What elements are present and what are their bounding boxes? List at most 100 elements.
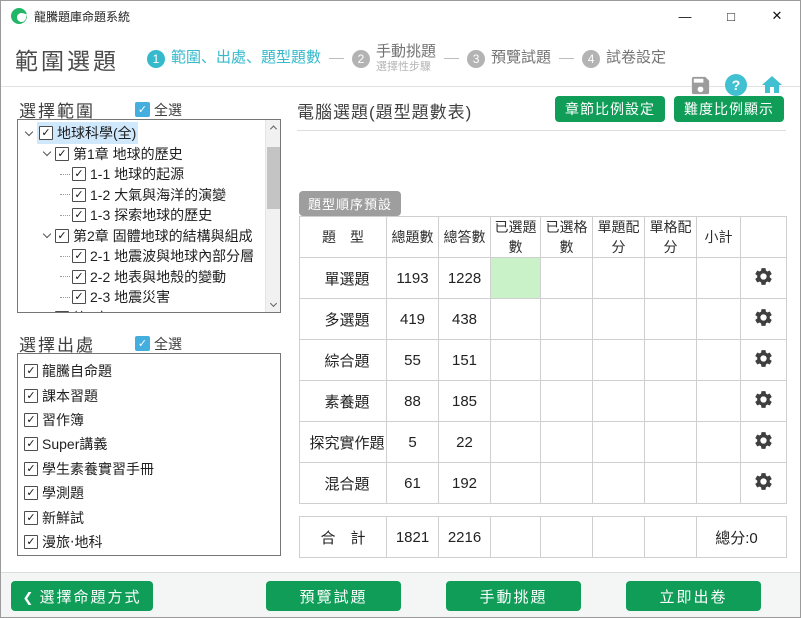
source-checkbox[interactable]: ✓: [24, 486, 38, 500]
tree-checkbox[interactable]: ✓: [55, 147, 69, 161]
per-question-score-cell[interactable]: [593, 381, 645, 422]
save-button[interactable]: [689, 74, 712, 97]
per-question-score-cell[interactable]: [593, 463, 645, 504]
tree-row[interactable]: 第3章: [18, 308, 265, 313]
per-question-score-cell[interactable]: [593, 422, 645, 463]
check-icon: ✓: [26, 463, 35, 475]
manual-pick-button[interactable]: 手動挑題: [446, 581, 581, 611]
chapter-ratio-button[interactable]: 章節比例設定: [555, 96, 665, 122]
scroll-down-icon[interactable]: [266, 297, 281, 312]
tree-row[interactable]: ✓ 2-2 地表與地殼的變動: [18, 267, 265, 288]
step-4[interactable]: 4 試卷設定: [582, 50, 666, 68]
tree-row[interactable]: ✓ 第2章 固體地球的結構與組成: [18, 226, 265, 247]
scrollbar-thumb[interactable]: [267, 147, 280, 209]
gear-button[interactable]: [753, 307, 774, 328]
step-4-number: 4: [582, 50, 600, 68]
selected-cells-cell[interactable]: [541, 340, 593, 381]
check-icon: ✓: [26, 365, 35, 377]
selected-cells-cell[interactable]: [541, 381, 593, 422]
back-button-label: 選擇命題方式: [39, 589, 141, 606]
per-question-score-cell[interactable]: [593, 340, 645, 381]
tree-row[interactable]: ✓ 1-2 大氣與海洋的演變: [18, 185, 265, 206]
per-cell-score-cell[interactable]: [645, 381, 697, 422]
per-cell-score-cell[interactable]: [645, 463, 697, 504]
order-preset-badge[interactable]: 題型順序預設: [299, 191, 401, 216]
tree-checkbox[interactable]: ✓: [72, 270, 86, 284]
home-icon: [760, 73, 784, 97]
tree-row[interactable]: ✓ 1-1 地球的起源: [18, 164, 265, 185]
source-checkbox[interactable]: ✓: [24, 462, 38, 476]
scroll-up-icon[interactable]: [266, 120, 281, 135]
tree-row[interactable]: ✓ 2-1 地震波與地球內部分層: [18, 246, 265, 267]
minimize-button[interactable]: —: [662, 1, 708, 31]
generate-button[interactable]: 立即出卷: [626, 581, 761, 611]
source-item[interactable]: ✓ 習作簿: [24, 408, 280, 432]
home-button[interactable]: [760, 73, 784, 97]
tree-checkbox[interactable]: ✓: [72, 249, 86, 263]
source-item[interactable]: ✓ 漫旅‧地科: [24, 530, 280, 554]
gear-button[interactable]: [753, 430, 774, 451]
step-1[interactable]: 1 範圍、出處、題型題數: [147, 50, 321, 68]
tree-expand-icon[interactable]: [42, 234, 55, 237]
tree-checkbox[interactable]: ✓: [72, 290, 86, 304]
tree-checkbox[interactable]: ✓: [72, 208, 86, 222]
gear-button[interactable]: [753, 389, 774, 410]
close-button[interactable]: ✕: [754, 1, 800, 31]
tree-checkbox[interactable]: ✓: [39, 126, 53, 140]
per-cell-score-cell[interactable]: [645, 422, 697, 463]
per-cell-score-cell[interactable]: [645, 340, 697, 381]
source-checkbox[interactable]: ✓: [24, 535, 38, 549]
tree-row[interactable]: ✓ 2-3 地震災害: [18, 287, 265, 308]
total-questions-cell: 88: [387, 381, 439, 422]
selected-cells-cell[interactable]: [541, 463, 593, 504]
source-item[interactable]: ✓ 學測題: [24, 481, 280, 505]
selected-questions-cell[interactable]: [491, 422, 541, 463]
tree-checkbox[interactable]: ✓: [72, 188, 86, 202]
selected-questions-cell[interactable]: [491, 258, 541, 299]
table-row: 探究實作題 5 22: [300, 422, 787, 463]
selected-cells-cell[interactable]: [541, 258, 593, 299]
tree-scrollbar[interactable]: [265, 120, 280, 312]
gear-button[interactable]: [753, 471, 774, 492]
per-question-score-cell[interactable]: [593, 258, 645, 299]
tree-checkbox[interactable]: ✓: [72, 167, 86, 181]
source-item[interactable]: ✓ Super講義: [24, 432, 280, 456]
per-cell-score-cell[interactable]: [645, 258, 697, 299]
maximize-button[interactable]: □: [708, 1, 754, 31]
selected-cells-cell[interactable]: [541, 422, 593, 463]
tree-row[interactable]: ✓ 地球科學(全): [18, 123, 265, 144]
per-cell-score-cell[interactable]: [645, 299, 697, 340]
difficulty-ratio-button[interactable]: 難度比例顯示: [674, 96, 784, 122]
selected-cells-cell[interactable]: [541, 299, 593, 340]
tree-checkbox[interactable]: [55, 311, 69, 312]
source-item[interactable]: ✓ 學生素養實習手冊: [24, 457, 280, 481]
source-checkbox[interactable]: ✓: [24, 437, 38, 451]
source-select-all-checkbox[interactable]: ✓: [135, 336, 150, 351]
tree-checkbox[interactable]: ✓: [55, 229, 69, 243]
gear-button[interactable]: [753, 266, 774, 287]
gear-button[interactable]: [753, 348, 774, 369]
source-item[interactable]: ✓ 課本習題: [24, 383, 280, 407]
range-select-all-checkbox[interactable]: ✓: [135, 102, 150, 117]
preview-button[interactable]: 預覽試題: [266, 581, 401, 611]
tree-row[interactable]: ✓ 1-3 探索地球的歷史: [18, 205, 265, 226]
source-item[interactable]: ✓ 龍騰自命題: [24, 359, 280, 383]
source-checkbox[interactable]: ✓: [24, 413, 38, 427]
step-3[interactable]: 3 預覽試題: [467, 50, 551, 68]
step-2[interactable]: 2 手動挑題 選擇性步驟: [352, 44, 436, 73]
source-item[interactable]: ✓ 新鮮試: [24, 505, 280, 529]
tree-row[interactable]: ✓ 第1章 地球的歷史: [18, 144, 265, 165]
source-checkbox[interactable]: ✓: [24, 511, 38, 525]
selected-questions-cell[interactable]: [491, 340, 541, 381]
per-question-score-cell[interactable]: [593, 299, 645, 340]
selected-questions-cell[interactable]: [491, 381, 541, 422]
source-checkbox[interactable]: ✓: [24, 389, 38, 403]
subtotal-cell: [697, 340, 741, 381]
tree-expand-icon[interactable]: [42, 152, 55, 155]
tree-expand-icon[interactable]: [24, 132, 37, 135]
back-button[interactable]: ❮選擇命題方式: [11, 581, 153, 611]
selected-questions-cell[interactable]: [491, 299, 541, 340]
selected-questions-cell[interactable]: [491, 463, 541, 504]
help-button[interactable]: ?: [725, 74, 747, 96]
source-checkbox[interactable]: ✓: [24, 364, 38, 378]
